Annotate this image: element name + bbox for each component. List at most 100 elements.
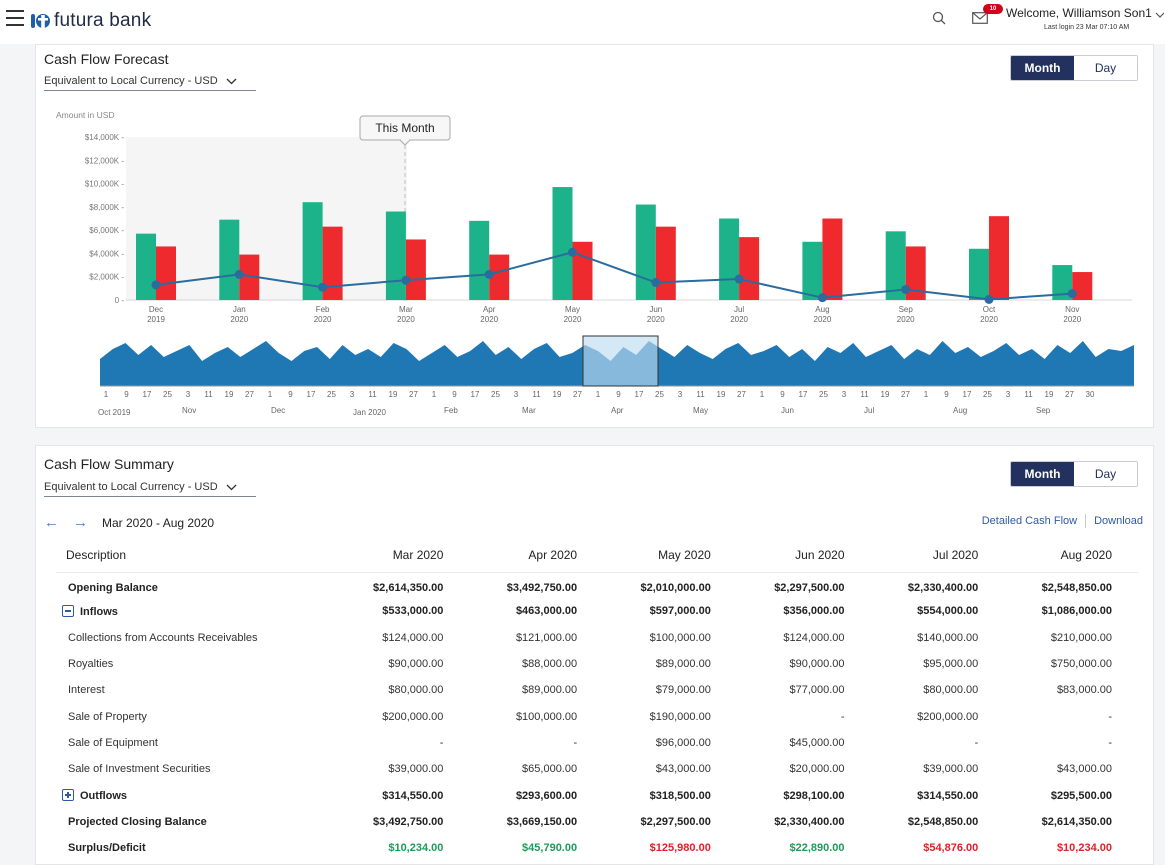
navigator-month-label: Sep [1036,406,1051,415]
x-tick-month: May [565,305,580,314]
navigator-day-tick: 17 [143,390,152,399]
collapse-minus-icon[interactable] [62,604,74,617]
row-label: Collections from Accounts Receivables [56,625,336,651]
inflow-bar[interactable] [385,211,406,300]
net-flow-point[interactable] [401,275,411,285]
arrow-left-icon[interactable]: ← [44,514,59,531]
table-cell: $190,000.00 [649,710,711,723]
table-cell: $100,000.00 [649,631,711,644]
outflow-bar[interactable] [655,226,676,300]
table-cell: $1,086,000.00 [1041,605,1112,618]
table-cell: $293,600.00 [515,789,578,802]
navigator-day-tick: 27 [409,390,418,399]
hamburger-menu-icon[interactable] [6,10,24,26]
net-flow-point[interactable] [734,274,744,284]
table-cell: $10,234.00 [1056,842,1112,855]
table-header-row: Description Mar 2020 Apr 2020 May 2020 Jun 2… [56,538,1138,573]
net-flow-point[interactable] [984,294,994,304]
table-cell: $54,876.00 [923,842,979,855]
search-icon[interactable] [932,11,946,25]
expand-plus-icon[interactable] [62,789,74,802]
row-label: Projected Closing Balance [56,809,336,835]
outflow-bar[interactable] [405,239,426,300]
table-cell: $356,000.00 [783,605,845,618]
table-cell: $45,000.00 [789,736,845,749]
column-header-month: Mar 2020 [335,538,470,573]
navigator-day-tick: 19 [881,390,890,399]
navigator-day-tick: 25 [983,390,992,399]
net-flow-point[interactable] [568,247,577,257]
navigator-day-tick: 19 [1045,390,1054,399]
navigator-day-tick: 27 [1065,390,1074,399]
row-label-text: Sale of Equipment [68,736,158,749]
navigator-selection-window[interactable] [582,335,659,387]
column-header-month: May 2020 [603,538,737,573]
inflow-bar[interactable] [969,248,989,300]
table-cell: $121,000.00 [515,631,578,644]
tooltip-label: This Month [375,121,434,135]
net-flow-point[interactable] [817,293,827,303]
row-label: Sale of Equipment [56,730,336,756]
inflow-bar[interactable] [802,241,823,300]
net-flow-point[interactable] [151,280,161,290]
inflow-bar[interactable] [719,218,740,301]
table-row: Projected Closing Balance $3,492,750.00 $3… [56,809,1138,835]
navigator-day-tick: 3 [186,390,191,399]
outflow-bar[interactable] [739,237,760,300]
last-login-text: Last login 23 Mar 07:10 AM [1044,24,1130,31]
navigator-day-tick: 1 [596,390,601,399]
table-cell: $295,500.00 [1050,789,1112,802]
net-flow-point[interactable] [234,269,244,279]
navigator-month-label: Apr [611,406,624,415]
x-tick-month: Apr [483,305,496,314]
summary-period-toggle: Month Day [1010,461,1138,487]
table-cell: $597,000.00 [649,605,711,618]
download-link[interactable]: Download [1094,515,1143,527]
row-label: Royalties [56,651,336,677]
y-tick-label: $10,000K - [85,180,124,189]
table-cell: $2,010,000.00 [640,582,711,595]
net-flow-point[interactable] [318,282,328,292]
table-cell: $65,000.00 [522,763,578,776]
brand-logo[interactable]: futura bank [30,8,151,34]
x-tick-year: 2020 [730,315,748,324]
navigator-month-label: May [693,406,708,415]
navigator-day-tick: 27 [737,390,746,399]
table-cell: $750,000.00 [1050,658,1112,671]
arrow-right-icon[interactable]: → [73,514,88,531]
futura-logo-icon [31,14,50,30]
inflow-bar[interactable] [552,187,573,300]
table-cell: $2,548,850.00 [907,815,979,828]
summary-month-button[interactable]: Month [1011,462,1074,486]
table-row: Collections from Accounts Receivables $12… [56,625,1138,651]
inflow-bar[interactable] [469,220,490,300]
summary-currency-select[interactable]: Equivalent to Local Currency - USD [44,481,256,497]
table-cell: $2,330,400.00 [907,582,979,595]
column-header-month: Apr 2020 [469,538,604,573]
table-cell: $89,000.00 [655,658,711,671]
navigator-day-tick: 11 [860,390,869,399]
inflow-bar[interactable] [136,233,156,300]
summary-day-button[interactable]: Day [1074,462,1137,486]
outflow-bar[interactable] [989,216,1009,300]
x-tick-year: 2020 [480,315,498,324]
inflow-bar[interactable] [219,219,240,300]
net-flow-point[interactable] [901,285,911,295]
outflow-bar[interactable] [156,246,176,300]
chevron-down-icon [226,484,237,490]
table-cell: $124,000.00 [783,631,845,644]
y-tick-label: $6,000K - [89,226,124,235]
mail-count-badge: 10 [983,4,1003,14]
detailed-cash-flow-link[interactable]: Detailed Cash Flow [982,515,1077,527]
table-cell: $533,000.00 [382,605,444,618]
navigator-day-tick: 27 [245,390,254,399]
net-flow-point[interactable] [484,269,494,279]
y-tick-label: $12,000K - [85,156,124,165]
outflow-bar[interactable] [822,218,843,301]
chevron-down-icon[interactable] [1155,10,1165,20]
net-flow-point[interactable] [651,278,661,288]
navigator-day-tick: 17 [963,390,972,399]
welcome-text[interactable]: Welcome, Williamson Son1 [1006,6,1152,20]
x-tick-month: Nov [1065,305,1079,314]
net-flow-point[interactable] [1067,289,1077,299]
